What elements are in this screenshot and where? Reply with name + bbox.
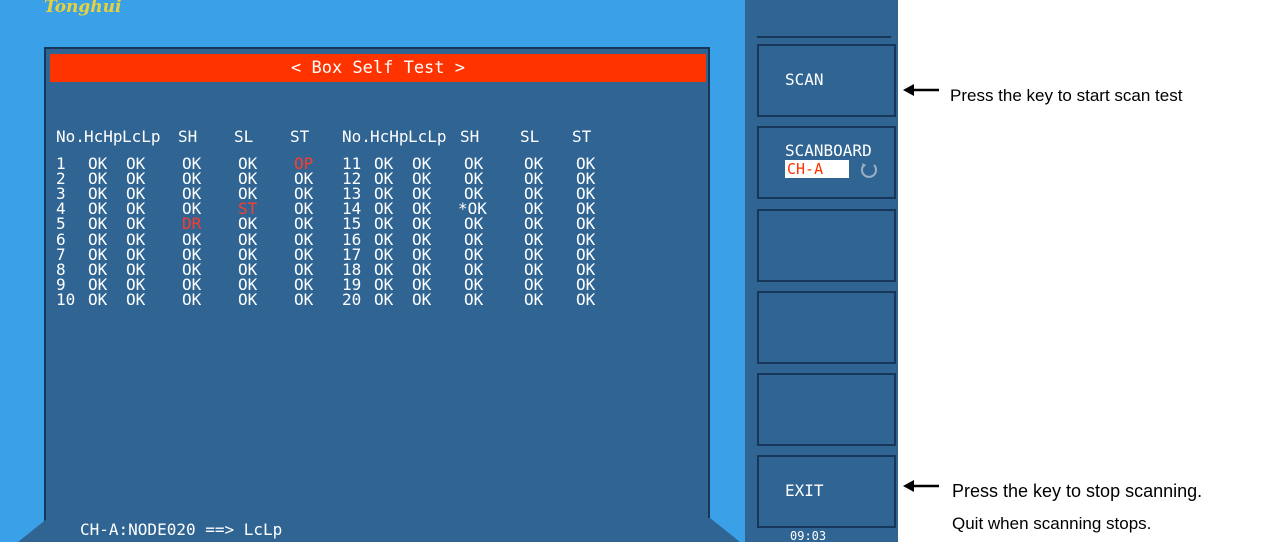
column-header-hchp: HcHp xyxy=(370,127,409,146)
exit-annotation-line-1: Press the key to stop scanning. xyxy=(952,481,1203,501)
test-result-cell: OK xyxy=(412,289,432,309)
arrow-left-icon xyxy=(903,480,939,492)
column-header-st: ST xyxy=(572,127,592,146)
scanboard-value-field[interactable]: CH-A xyxy=(785,160,849,178)
test-result-cell: OK xyxy=(126,289,146,309)
scan-button-label: SCAN xyxy=(785,70,824,89)
column-header-hchp: HcHp xyxy=(84,127,123,146)
column-header-lclp: LcLp xyxy=(122,127,161,146)
rotary-knob-icon xyxy=(861,163,877,178)
test-result-cell: OK xyxy=(576,289,596,309)
brand-logo: Tonghui xyxy=(44,0,122,17)
softkey-blank-2[interactable] xyxy=(757,291,896,364)
scanboard-button-label: SCANBOARD xyxy=(785,141,872,160)
exit-button[interactable]: EXIT xyxy=(757,455,896,528)
scan-annotation: Press the key to start scan test xyxy=(950,86,1183,105)
clock-time: 09:03 xyxy=(790,529,827,542)
column-header-no: No. xyxy=(342,127,371,146)
test-result-cell: OK xyxy=(464,289,484,309)
test-result-cell: OK xyxy=(88,289,108,309)
test-result-cell: OK xyxy=(182,289,202,309)
column-header-sh: SH xyxy=(460,127,480,146)
softkey-blank-1[interactable] xyxy=(757,209,896,282)
test-result-cell: OK xyxy=(238,289,258,309)
column-header-lclp: LcLp xyxy=(408,127,447,146)
softkey-divider xyxy=(757,36,891,38)
exit-button-label: EXIT xyxy=(785,481,824,500)
status-line: CH-A:NODE020 ==> LcLp xyxy=(80,520,283,539)
instrument-screen: Tonghui < Box Self Test > No. HcHp LcLp SH S… xyxy=(0,0,898,542)
scanboard-button[interactable]: SCANBOARD CH-A xyxy=(757,126,896,199)
test-result-cell: OK xyxy=(294,289,314,309)
column-header-st: ST xyxy=(290,127,310,146)
column-header-sh: SH xyxy=(178,127,198,146)
row-number: 20 xyxy=(342,289,362,309)
row-number: 10 xyxy=(56,289,76,309)
column-header-no: No. xyxy=(56,127,85,146)
softkey-blank-3[interactable] xyxy=(757,373,896,446)
self-test-panel: < Box Self Test > No. HcHp LcLp SH SL ST No. Hc… xyxy=(44,47,710,542)
test-result-cell: OK xyxy=(524,289,544,309)
test-result-cell: OK xyxy=(374,289,394,309)
exit-annotation-line-2: Quit when scanning stops. xyxy=(952,514,1152,533)
scan-button[interactable]: SCAN xyxy=(757,44,896,117)
page-title: < Box Self Test > xyxy=(50,54,706,82)
column-header-sl: SL xyxy=(520,127,540,146)
arrow-left-icon xyxy=(903,84,939,96)
column-header-sl: SL xyxy=(234,127,254,146)
